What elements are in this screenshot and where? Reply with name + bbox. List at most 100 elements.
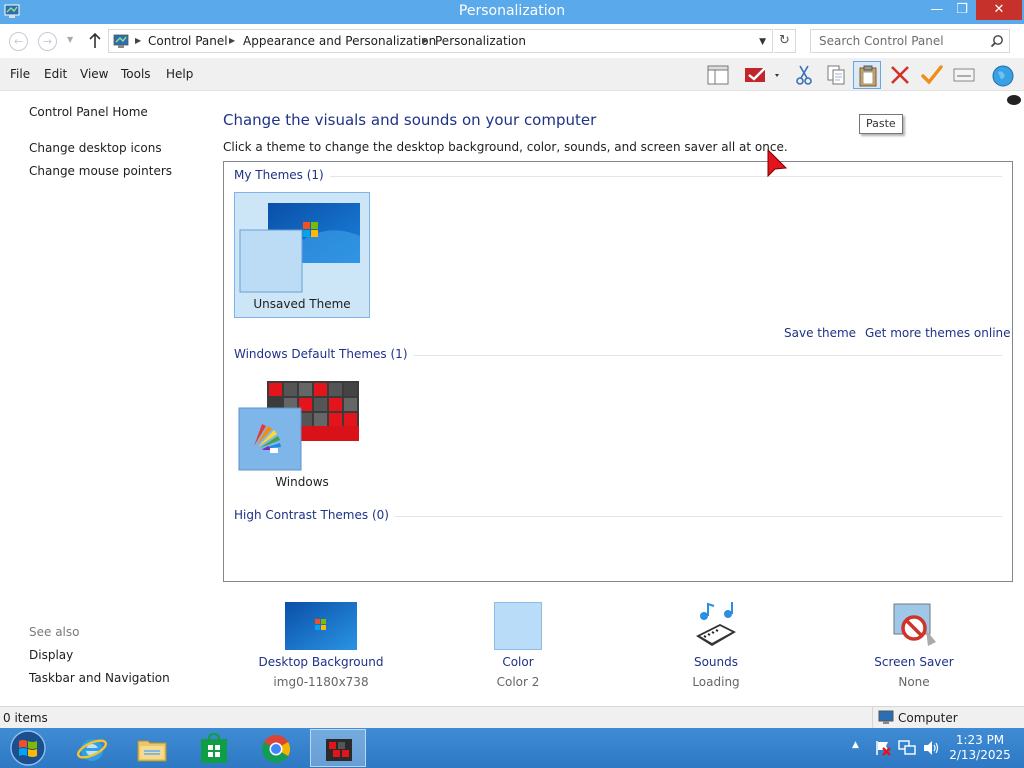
sounds-value: Loading: [692, 675, 740, 689]
desktop-background-thumbnail: [285, 602, 357, 650]
properties-icon: [953, 68, 975, 82]
taskbar: ▲ 1:23 PM 2/13/2025: [0, 728, 1024, 768]
menu-file[interactable]: File: [10, 67, 30, 81]
delete-button[interactable]: [886, 61, 914, 89]
start-button[interactable]: [2, 729, 54, 767]
breadcrumb-appearance[interactable]: Appearance and Personalization: [243, 34, 436, 48]
back-button[interactable]: ←: [9, 32, 28, 51]
cut-icon: [796, 65, 812, 85]
save-theme-link[interactable]: Save theme: [784, 326, 856, 340]
taskbar-navigation-link[interactable]: Taskbar and Navigation: [29, 671, 170, 685]
sounds-label[interactable]: Sounds: [636, 655, 796, 669]
mouse-cursor-icon: [767, 148, 788, 178]
get-more-themes-link[interactable]: Get more themes online: [865, 326, 1011, 340]
restore-button[interactable]: ❐: [950, 0, 974, 20]
change-desktop-icons-link[interactable]: Change desktop icons: [29, 141, 162, 155]
network-icon[interactable]: [898, 740, 916, 756]
desktop-background-label[interactable]: Desktop Background: [241, 655, 401, 669]
forward-button[interactable]: →: [38, 32, 57, 51]
menu-toolbar-row: File Edit View Tools Help: [0, 58, 1024, 91]
globe-button[interactable]: [988, 61, 1016, 89]
search-box[interactable]: [810, 29, 1010, 53]
status-bar: 0 items Computer: [0, 706, 1024, 728]
apply-button[interactable]: [918, 61, 946, 89]
properties-button[interactable]: [950, 61, 978, 89]
high-contrast-heading[interactable]: High Contrast Themes (0): [234, 508, 395, 522]
copy-button[interactable]: [822, 61, 850, 89]
menu-help[interactable]: Help: [166, 67, 193, 81]
chrome-icon: [262, 735, 290, 763]
default-themes-heading[interactable]: Windows Default Themes (1): [234, 347, 414, 361]
paste-icon: [859, 65, 877, 87]
show-hidden-icons-icon[interactable]: ▲: [852, 740, 859, 750]
themes-list[interactable]: My Themes (1) Unsaved Theme Save theme G: [223, 161, 1013, 582]
search-input[interactable]: [811, 30, 987, 52]
screen-saver-icon: [893, 603, 936, 646]
windows-logo-icon: [10, 730, 46, 766]
color-label[interactable]: Color: [438, 655, 598, 669]
breadcrumb-separator-icon[interactable]: ▶: [135, 36, 141, 45]
breadcrumb-personalization[interactable]: Personalization: [435, 34, 526, 48]
theme-label: Windows: [275, 475, 329, 489]
taskbar-chrome[interactable]: [248, 729, 304, 767]
address-bar[interactable]: ▶ Control Panel ▶ Appearance and Persona…: [108, 29, 773, 53]
group-divider: [234, 176, 1002, 177]
globe-icon: [992, 65, 1014, 87]
store-icon: [201, 733, 227, 763]
control-panel-home-link[interactable]: Control Panel Home: [29, 105, 148, 119]
refresh-button[interactable]: ↻: [774, 29, 796, 53]
my-themes-heading[interactable]: My Themes (1): [234, 168, 330, 182]
status-location: Computer: [872, 707, 1024, 728]
paste-button[interactable]: [853, 61, 881, 89]
color-swatch: [494, 602, 542, 650]
breadcrumb-separator-icon[interactable]: ▶: [229, 36, 235, 45]
display-link[interactable]: Display: [29, 648, 73, 662]
close-button[interactable]: ✕: [976, 0, 1022, 20]
address-row: ← → ▼ ▶ Control Panel ▶ Appearance and P…: [0, 24, 1024, 58]
page-description: Click a theme to change the desktop back…: [223, 140, 788, 154]
item-count: 0 items: [3, 711, 48, 725]
volume-icon[interactable]: [922, 740, 940, 756]
checkmark-icon: [921, 65, 943, 85]
mouse-icon: [1007, 95, 1021, 105]
breadcrumb-control-panel[interactable]: Control Panel: [148, 34, 228, 48]
theme-windows[interactable]: Windows: [234, 369, 370, 495]
theme-unsaved[interactable]: Unsaved Theme: [234, 192, 370, 318]
desktop-background-value: img0-1180x738: [273, 675, 369, 689]
see-also-heading: See also: [29, 625, 80, 639]
menu-edit[interactable]: Edit: [44, 67, 67, 81]
taskbar-personalization[interactable]: [310, 729, 366, 767]
taskbar-internet-explorer[interactable]: [64, 729, 120, 767]
address-dropdown-chevron-icon[interactable]: ▼: [759, 37, 766, 47]
action-center-flag-icon[interactable]: [874, 739, 892, 757]
location-label: Computer: [898, 711, 958, 725]
screen-saver-label[interactable]: Screen Saver: [834, 655, 994, 669]
layout-button[interactable]: [704, 61, 732, 89]
select-flag-button[interactable]: [740, 61, 784, 89]
taskbar-store[interactable]: [186, 729, 242, 767]
folder-icon: [137, 740, 167, 762]
copy-icon: [827, 65, 845, 85]
change-mouse-pointers-link[interactable]: Change mouse pointers: [29, 164, 172, 178]
delete-icon: [891, 66, 909, 84]
up-arrow-icon[interactable]: [87, 32, 103, 50]
menu-tools[interactable]: Tools: [121, 67, 151, 81]
taskbar-file-explorer[interactable]: [124, 729, 180, 767]
windows-theme-preview: [238, 381, 359, 471]
sounds-icon: [696, 602, 736, 646]
window-title: Personalization: [458, 3, 566, 19]
personalization-window: Personalization — ❐ ✕ ← → ▼ ▶ Control Pa…: [0, 0, 1024, 728]
color-value: Color 2: [496, 675, 540, 689]
unsaved-theme-preview: [239, 203, 360, 293]
minimize-button[interactable]: —: [924, 0, 950, 20]
clock[interactable]: 1:23 PM 2/13/2025: [944, 733, 1016, 763]
layout-icon: [707, 65, 729, 85]
search-icon[interactable]: [990, 34, 1004, 48]
recent-locations-chevron-icon[interactable]: ▼: [67, 35, 73, 44]
cut-button[interactable]: [790, 61, 818, 89]
page-title: Change the visuals and sounds on your co…: [223, 111, 597, 129]
menu-view[interactable]: View: [80, 67, 108, 81]
breadcrumb-separator-icon[interactable]: ▶: [422, 36, 428, 45]
screen-saver-value: None: [898, 675, 930, 689]
control-panel-icon: [113, 34, 129, 48]
